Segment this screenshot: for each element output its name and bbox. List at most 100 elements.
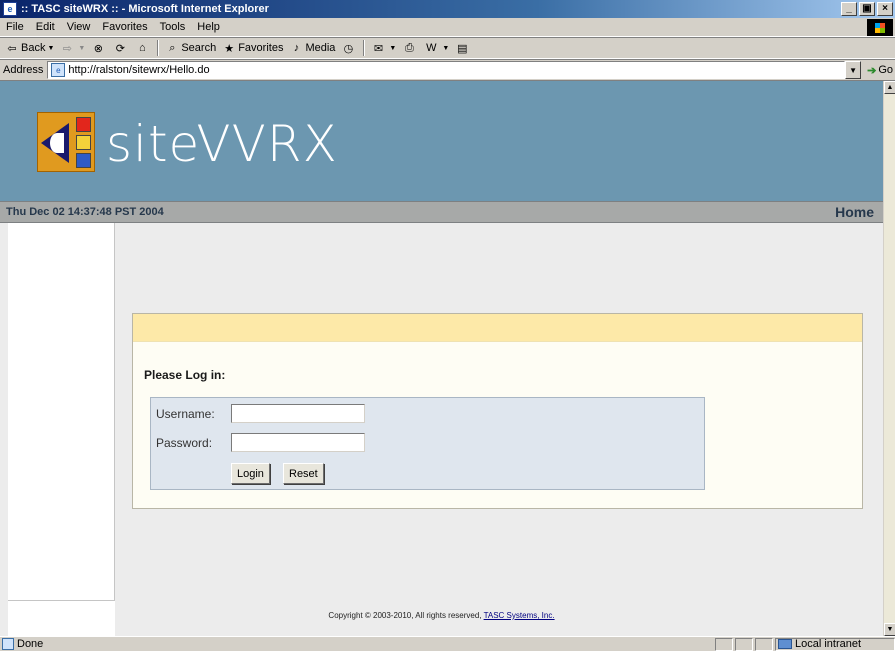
favorites-icon: ★ xyxy=(224,42,235,55)
go-label: Go xyxy=(878,64,893,76)
site-brand: siteVVRX xyxy=(106,115,338,173)
chevron-down-icon[interactable]: ▼ xyxy=(47,45,54,52)
home-button[interactable]: ⌂ xyxy=(132,38,154,58)
close-button[interactable]: × xyxy=(877,2,893,16)
media-button[interactable]: ♪ Media xyxy=(286,38,338,58)
chevron-down-icon[interactable]: ▼ xyxy=(78,45,85,52)
menu-edit[interactable]: Edit xyxy=(30,21,61,33)
toolbar-separator xyxy=(363,40,366,56)
print-button[interactable]: ⎙ xyxy=(399,38,421,58)
menu-help[interactable]: Help xyxy=(191,21,226,33)
password-field[interactable] xyxy=(231,433,365,452)
page-viewport: siteVVRX Thu Dec 02 14:37:48 PST 2004 Ho… xyxy=(0,81,895,636)
zone-label: Local intranet xyxy=(795,638,862,650)
copyright-footer: Copyright © 2003-2010, All rights reserv… xyxy=(0,611,883,620)
password-label: Password: xyxy=(156,435,213,450)
maximize-button[interactable]: ▣ xyxy=(859,2,875,16)
status-cell xyxy=(755,637,773,651)
company-link[interactable]: TASC Systems, Inc. xyxy=(484,611,555,620)
page-icon: e xyxy=(51,63,66,77)
favorites-button[interactable]: ★ Favorites xyxy=(219,38,286,58)
toolbar-separator xyxy=(157,40,160,56)
menu-tools[interactable]: Tools xyxy=(154,21,192,33)
status-cell xyxy=(735,637,753,651)
menu-favorites[interactable]: Favorites xyxy=(96,21,153,33)
address-dropdown-icon[interactable]: ▼ xyxy=(845,61,862,79)
go-arrow-icon: ➔ xyxy=(867,64,877,77)
menu-view[interactable]: View xyxy=(61,21,97,33)
current-date: Thu Dec 02 14:37:48 PST 2004 xyxy=(6,206,164,218)
page-done-icon xyxy=(2,638,14,650)
back-button[interactable]: ⇦ Back ▼ xyxy=(2,38,57,58)
favorites-label: Favorites xyxy=(238,42,284,54)
word-icon: W xyxy=(426,42,437,54)
go-button[interactable]: ➔ Go xyxy=(861,64,895,77)
intranet-icon xyxy=(778,639,792,649)
stop-icon: ⊗ xyxy=(93,42,103,55)
menu-bar: File Edit View Favorites Tools Help xyxy=(0,18,895,37)
status-cell xyxy=(715,637,733,651)
menu-file[interactable]: File xyxy=(0,21,30,33)
login-card: Please Log in: Username: Password: Login… xyxy=(132,313,863,509)
discuss-icon: ▤ xyxy=(457,42,468,55)
chevron-down-icon[interactable]: ▼ xyxy=(389,45,396,52)
windows-logo-icon xyxy=(867,19,893,36)
search-icon: ⌕ xyxy=(169,41,176,54)
address-input[interactable]: e http://ralston/sitewrx/Hello.do xyxy=(47,61,846,79)
chevron-down-icon[interactable]: ▼ xyxy=(442,45,449,52)
edit-button[interactable]: W ▼ xyxy=(421,38,452,58)
refresh-icon: ⟳ xyxy=(115,42,125,55)
home-link[interactable]: Home xyxy=(835,204,883,220)
history-button[interactable]: ◷ xyxy=(338,38,360,58)
reset-button[interactable]: Reset xyxy=(283,463,324,484)
login-form: Username: Password: Login Reset xyxy=(150,397,705,490)
search-label: Search xyxy=(181,42,217,54)
mail-icon: ✉ xyxy=(373,42,384,55)
discuss-button[interactable]: ▤ xyxy=(452,38,474,58)
history-icon: ◷ xyxy=(343,42,354,55)
logo-blue-square xyxy=(76,153,91,168)
status-message: Done xyxy=(0,638,715,650)
username-field[interactable] xyxy=(231,404,365,423)
address-url[interactable]: http://ralston/sitewrx/Hello.do xyxy=(68,64,209,76)
back-arrow-icon: ⇦ xyxy=(7,42,17,55)
scroll-down-icon[interactable]: ▼ xyxy=(884,623,895,636)
username-row: Username: xyxy=(156,404,365,423)
address-bar: Address e http://ralston/sitewrx/Hello.d… xyxy=(0,59,895,81)
print-icon: ⎙ xyxy=(404,41,414,54)
logo-eye-inner xyxy=(50,133,64,153)
minimize-button[interactable]: _ xyxy=(841,2,857,16)
refresh-button[interactable]: ⟳ xyxy=(110,38,132,58)
login-heading: Please Log in: xyxy=(144,368,226,382)
status-text: Done xyxy=(17,638,44,650)
media-icon: ♪ xyxy=(293,42,300,54)
home-icon: ⌂ xyxy=(139,42,146,54)
username-label: Username: xyxy=(156,406,215,421)
scroll-up-icon[interactable]: ▲ xyxy=(884,81,895,94)
site-header: siteVVRX xyxy=(0,81,883,201)
mail-button[interactable]: ✉ ▼ xyxy=(368,38,399,58)
back-label: Back xyxy=(21,42,46,54)
vertical-scrollbar[interactable]: ▲ ▼ xyxy=(883,81,895,636)
window-title: :: TASC siteWRX :: - Microsoft Internet … xyxy=(21,3,269,15)
copyright-text: Copyright © 2003-2010, All rights reserv… xyxy=(328,611,482,620)
logo-red-square xyxy=(76,117,91,132)
logo-yellow-square xyxy=(76,135,91,150)
login-card-header xyxy=(133,314,862,342)
ie-app-icon[interactable]: e xyxy=(3,2,17,16)
login-button[interactable]: Login xyxy=(231,463,270,484)
forward-button[interactable]: ⇨ ▼ xyxy=(57,38,88,58)
site-subbar: Thu Dec 02 14:37:48 PST 2004 Home xyxy=(0,201,883,223)
left-nav-panel xyxy=(8,223,115,601)
window-controls: _ ▣ × xyxy=(841,2,893,16)
forward-arrow-icon: ⇨ xyxy=(62,42,73,55)
window-title-bar: e :: TASC siteWRX :: - Microsoft Interne… xyxy=(0,0,895,18)
address-label: Address xyxy=(3,64,44,76)
standard-toolbar: ⇦ Back ▼ ⇨ ▼ ⊗ ⟳ ⌂ ⌕ Search ★ Favorites … xyxy=(0,37,895,59)
left-margin xyxy=(0,223,8,636)
media-label: Media xyxy=(305,42,336,54)
search-button[interactable]: ⌕ Search xyxy=(162,38,219,58)
stop-button[interactable]: ⊗ xyxy=(88,38,110,58)
status-bar: Done Local intranet xyxy=(0,636,895,651)
security-zone: Local intranet xyxy=(775,637,895,651)
